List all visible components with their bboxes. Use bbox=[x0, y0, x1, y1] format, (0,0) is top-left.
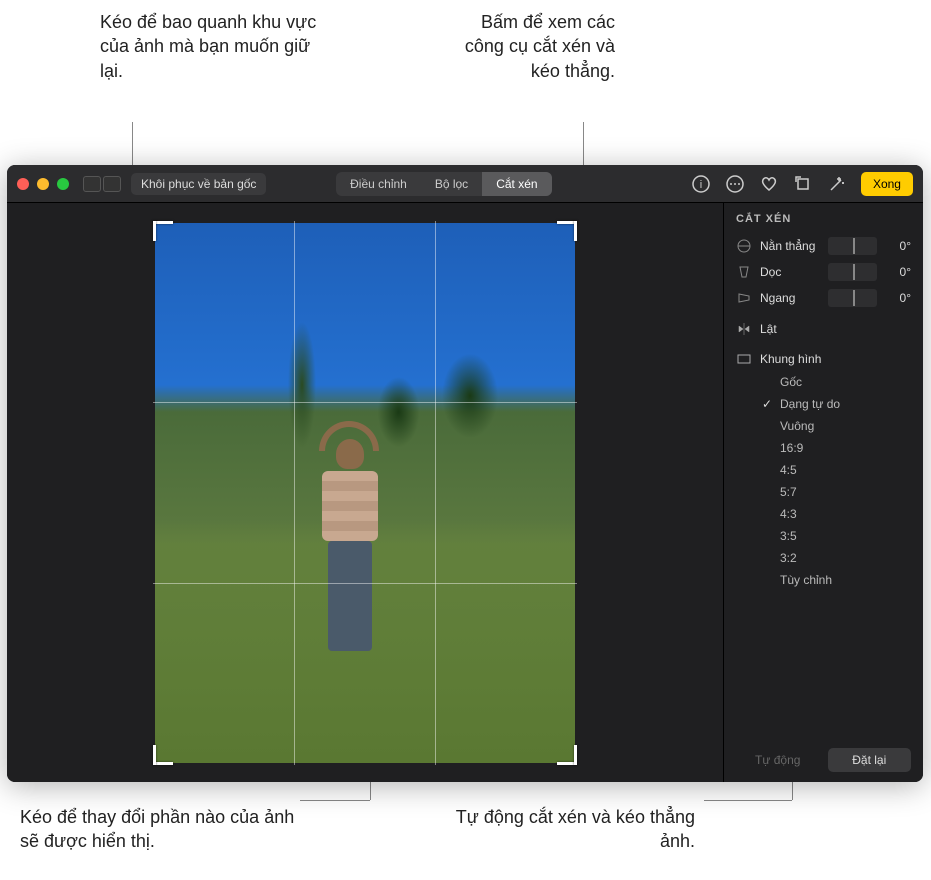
reset-crop-button[interactable]: Đặt lại bbox=[828, 748, 912, 772]
window-controls bbox=[17, 178, 69, 190]
aspect-label: 4:5 bbox=[780, 463, 797, 477]
more-icon[interactable] bbox=[725, 174, 745, 194]
aspect-header-label: Khung hình bbox=[760, 352, 821, 366]
tab-crop[interactable]: Cắt xén bbox=[482, 172, 551, 196]
crop-handle-br[interactable] bbox=[557, 745, 577, 765]
slider-track[interactable] bbox=[828, 289, 877, 307]
horizontal-slider[interactable]: Ngang 0° bbox=[736, 289, 911, 307]
photo[interactable] bbox=[155, 223, 575, 763]
straighten-icon bbox=[736, 238, 752, 254]
done-button[interactable]: Xong bbox=[861, 172, 913, 196]
flip-label: Lật bbox=[760, 322, 777, 336]
aspect-list: Gốc ✓ Dạng tự do Vuông 16:9 4:5 5:7 4:3 3… bbox=[760, 371, 911, 591]
flip-row[interactable]: Lật bbox=[736, 321, 911, 337]
slider-value: 0° bbox=[885, 291, 911, 305]
callout-top-right: Bấm để xem các công cụ cắt xén và kéo th… bbox=[445, 10, 615, 83]
slider-value: 0° bbox=[885, 265, 911, 279]
photos-edit-window: Khôi phục về bản gốc Điều chỉnh Bộ lọc C… bbox=[7, 165, 923, 782]
rotate-icon[interactable] bbox=[793, 174, 813, 194]
content-area: CẮT XÉN Nằn thẳng 0° Dọc 0° Ngang 0° bbox=[7, 203, 923, 782]
callout-line bbox=[300, 800, 370, 801]
sidebar-title: CẮT XÉN bbox=[736, 213, 911, 225]
aspect-square[interactable]: Vuông bbox=[760, 415, 911, 437]
revert-to-original-button[interactable]: Khôi phục về bản gốc bbox=[131, 173, 266, 195]
aspect-custom[interactable]: Tùy chỉnh bbox=[760, 569, 911, 591]
minimize-button[interactable] bbox=[37, 178, 49, 190]
aspect-5-7[interactable]: 5:7 bbox=[760, 481, 911, 503]
checkmark-icon: ✓ bbox=[762, 397, 774, 411]
photo-canvas[interactable] bbox=[7, 203, 723, 782]
slider-label: Nằn thẳng bbox=[760, 239, 820, 253]
flip-icon bbox=[736, 321, 752, 337]
photo-subject bbox=[315, 439, 385, 669]
close-button[interactable] bbox=[17, 178, 29, 190]
tab-adjust[interactable]: Điều chỉnh bbox=[336, 172, 421, 196]
aspect-label: 5:7 bbox=[780, 485, 797, 499]
aspect-header: Khung hình bbox=[736, 351, 911, 367]
slider-value: 0° bbox=[885, 239, 911, 253]
aspect-3-5[interactable]: 3:5 bbox=[760, 525, 911, 547]
auto-enhance-icon[interactable] bbox=[827, 174, 847, 194]
toolbar: Khôi phục về bản gốc Điều chỉnh Bộ lọc C… bbox=[7, 165, 923, 203]
callout-top-left: Kéo để bao quanh khu vực của ảnh mà bạn … bbox=[100, 10, 330, 83]
favorite-icon[interactable] bbox=[759, 174, 779, 194]
slider-track[interactable] bbox=[828, 263, 877, 281]
vertical-perspective-icon bbox=[736, 264, 752, 280]
aspect-label: 4:3 bbox=[780, 507, 797, 521]
aspect-freeform[interactable]: ✓ Dạng tự do bbox=[760, 393, 911, 415]
crop-handle-tr[interactable] bbox=[557, 221, 577, 241]
edit-mode-tabs: Điều chỉnh Bộ lọc Cắt xén bbox=[336, 172, 551, 196]
sidebar-toggle[interactable] bbox=[83, 176, 121, 192]
straighten-slider[interactable]: Nằn thẳng 0° bbox=[736, 237, 911, 255]
auto-crop-button[interactable]: Tự động bbox=[736, 748, 820, 772]
slider-label: Ngang bbox=[760, 291, 820, 305]
aspect-4-5[interactable]: 4:5 bbox=[760, 459, 911, 481]
aspect-label: 3:2 bbox=[780, 551, 797, 565]
zoom-button[interactable] bbox=[57, 178, 69, 190]
callout-bottom-right: Tự động cắt xén và kéo thẳng ảnh. bbox=[445, 805, 695, 854]
slider-label: Dọc bbox=[760, 265, 820, 279]
aspect-3-2[interactable]: 3:2 bbox=[760, 547, 911, 569]
aspect-label: Vuông bbox=[780, 419, 814, 433]
toolbar-actions: i Xong bbox=[691, 172, 913, 196]
aspect-16-9[interactable]: 16:9 bbox=[760, 437, 911, 459]
slider-track[interactable] bbox=[828, 237, 877, 255]
aspect-label: Tùy chỉnh bbox=[780, 573, 832, 587]
aspect-original[interactable]: Gốc bbox=[760, 371, 911, 393]
crop-handle-tl[interactable] bbox=[153, 221, 173, 241]
horizontal-perspective-icon bbox=[736, 290, 752, 306]
tab-filters[interactable]: Bộ lọc bbox=[421, 172, 482, 196]
aspect-icon bbox=[736, 351, 752, 367]
aspect-label: Dạng tự do bbox=[780, 397, 840, 411]
aspect-label: 16:9 bbox=[780, 441, 803, 455]
crop-sidebar: CẮT XÉN Nằn thẳng 0° Dọc 0° Ngang 0° bbox=[723, 203, 923, 782]
callout-bottom-left: Kéo để thay đổi phần nào của ảnh sẽ được… bbox=[20, 805, 310, 854]
vertical-slider[interactable]: Dọc 0° bbox=[736, 263, 911, 281]
callout-line bbox=[704, 800, 792, 801]
svg-text:i: i bbox=[700, 179, 702, 191]
sidebar-footer: Tự động Đặt lại bbox=[736, 748, 911, 772]
info-icon[interactable]: i bbox=[691, 174, 711, 194]
aspect-4-3[interactable]: 4:3 bbox=[760, 503, 911, 525]
crop-handle-bl[interactable] bbox=[153, 745, 173, 765]
aspect-label: 3:5 bbox=[780, 529, 797, 543]
aspect-label: Gốc bbox=[780, 375, 802, 389]
